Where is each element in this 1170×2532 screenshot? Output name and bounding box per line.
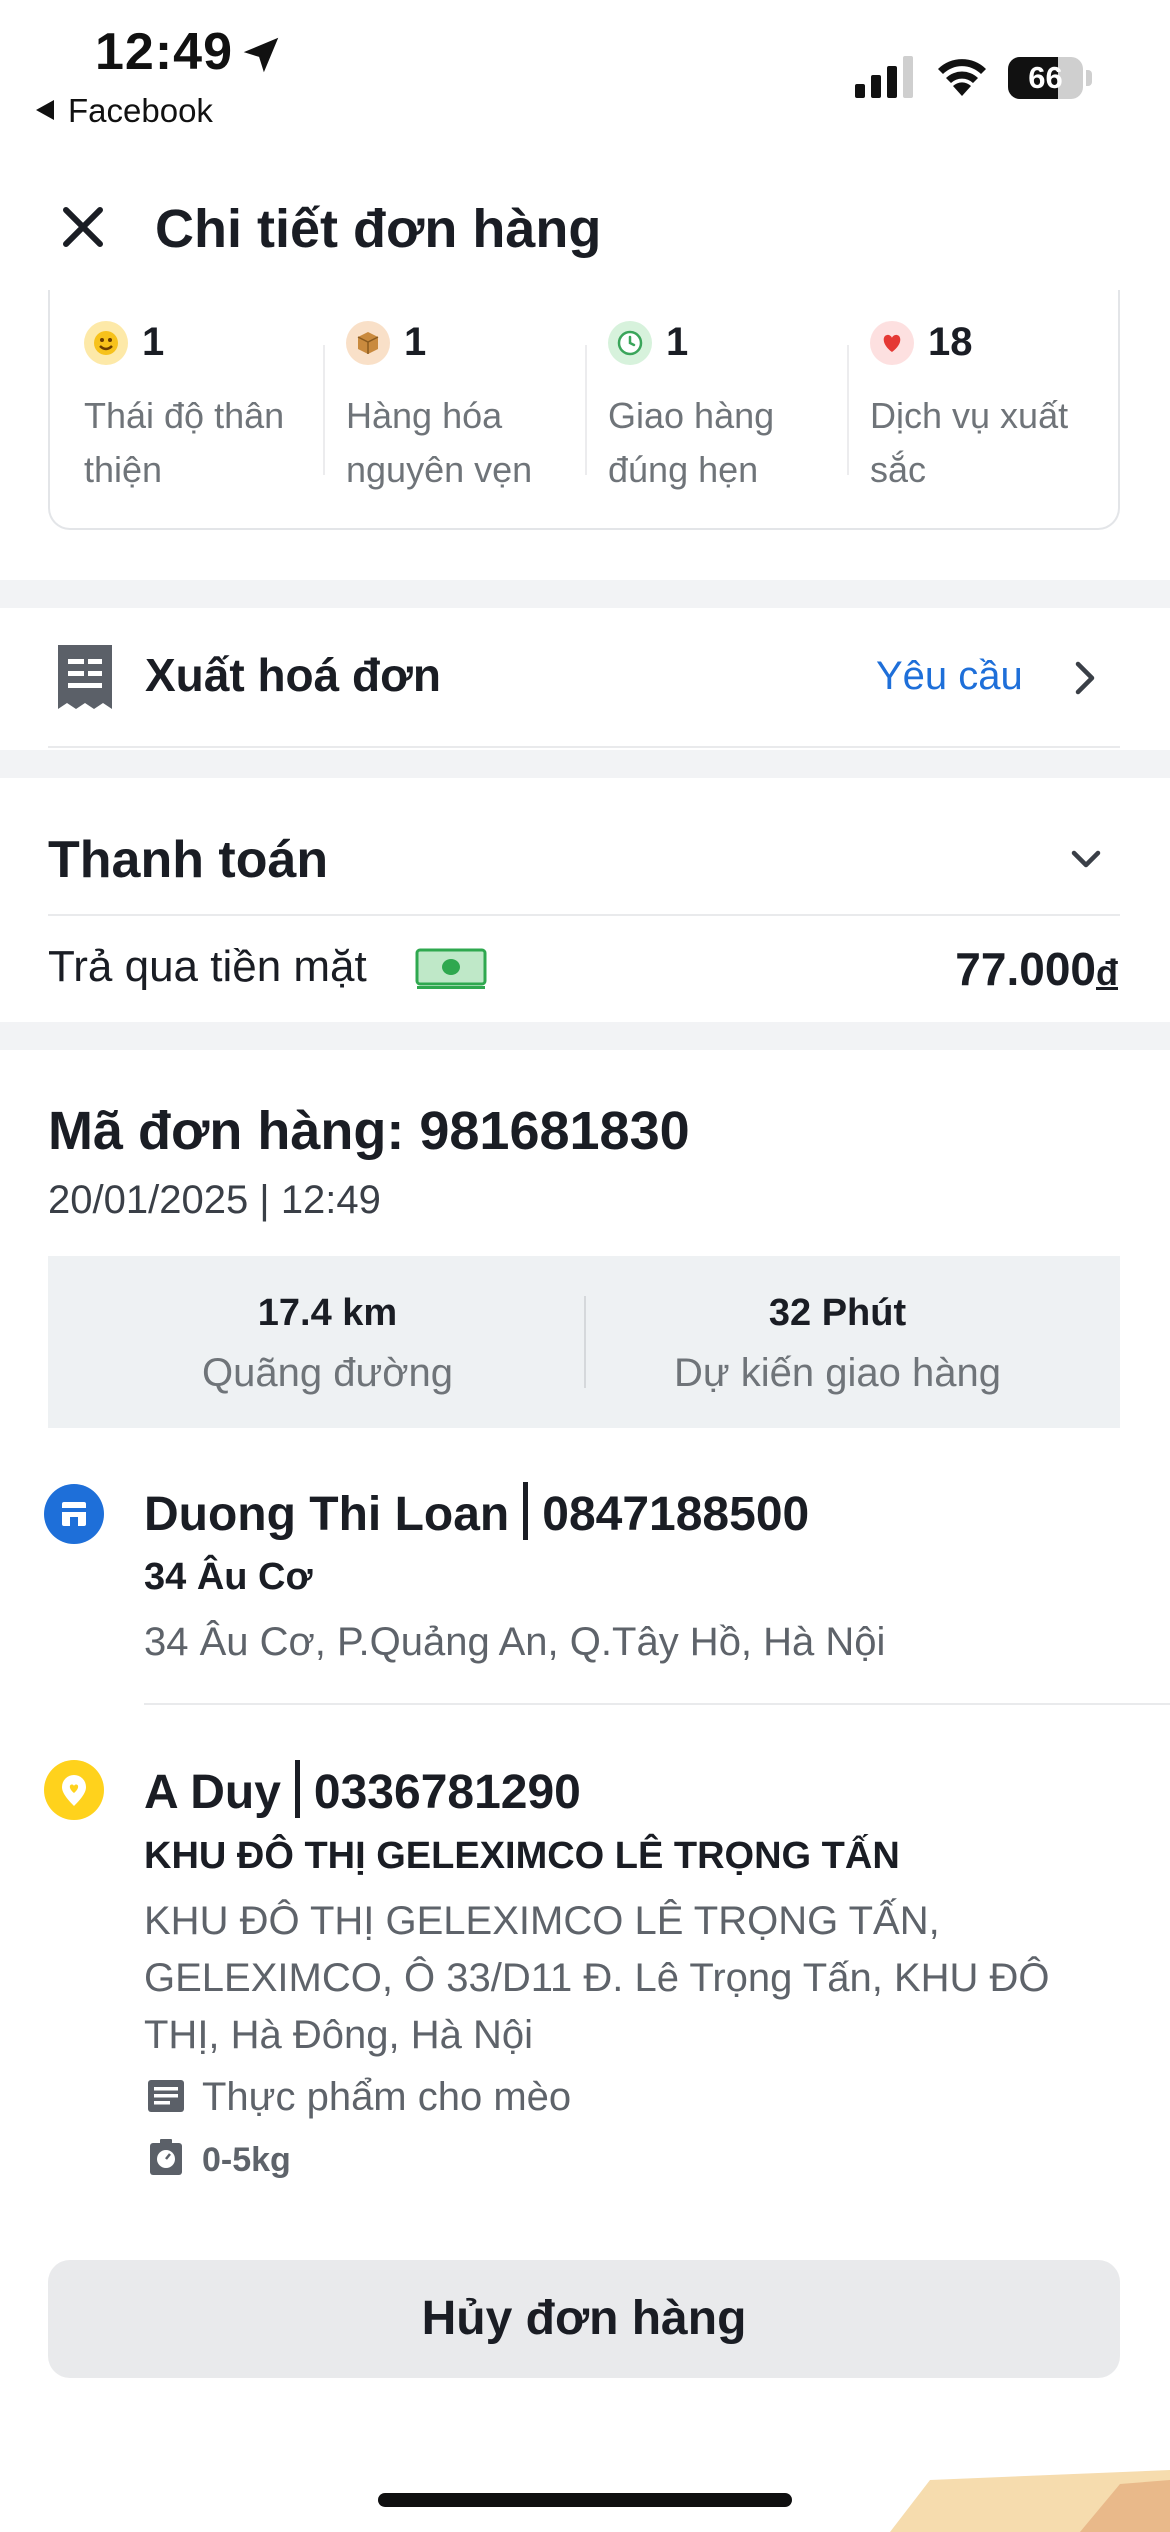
back-app-label: Facebook (68, 92, 213, 129)
eta-label: Dự kiến giao hàng (674, 1351, 1001, 1395)
invoice-request-link[interactable]: Yêu cầu (876, 654, 1023, 699)
payment-method: Trả qua tiền mặt (48, 942, 367, 991)
dropoff-note-row: Thực phẩm cho mèo (146, 2075, 571, 2120)
close-icon[interactable] (58, 202, 108, 252)
rating-count: 1 (404, 320, 427, 364)
decorative-corner (890, 2470, 1170, 2532)
weight-scale-icon (150, 2139, 182, 2175)
rating-label: Dịch vụ xuất sắc (870, 395, 1069, 490)
pickup-address-title: 34 Âu Cơ (144, 1556, 313, 1598)
cash-icon (415, 948, 487, 989)
eta-value: 32 Phút (768, 1292, 907, 1334)
home-indicator[interactable] (378, 2493, 792, 2507)
currency-symbol: đ (1096, 952, 1118, 993)
cellular-signal-icon (855, 56, 913, 98)
dropoff-address-title: KHU ĐÔ THỊ GELEXIMCO LÊ TRỌNG TẤN (144, 1835, 900, 1877)
rating-item-intact-goods: 1 Hàng hóa nguyên vẹn (346, 320, 586, 497)
distance-stat: 17.4 km Quãng đường (60, 1292, 595, 1396)
package-icon (346, 320, 390, 365)
dropoff-pin-icon (44, 1760, 104, 1820)
rating-item-friendly: 1 Thái độ thân thiện (84, 320, 324, 497)
clock-icon (608, 320, 652, 365)
dropoff-address: KHU ĐÔ THỊ GELEXIMCO LÊ TRỌNG TẤN, GELEX… (144, 1899, 1050, 2057)
chevron-right-icon[interactable] (1070, 658, 1100, 698)
pickup-phone[interactable]: 0847188500 (542, 1488, 809, 1541)
rating-count: 18 (928, 320, 973, 364)
pickup-address: 34 Âu Cơ, P.Quảng An, Q.Tây Hồ, Hà Nội (144, 1620, 886, 1664)
distance-value: 17.4 km (257, 1292, 398, 1334)
eta-stat: 32 Phút Dự kiến giao hàng (570, 1292, 1105, 1396)
battery-percent: 66 (1028, 60, 1063, 95)
rating-item-excellent-service: 18 Dịch vụ xuất sắc (870, 320, 1110, 497)
dropoff-contact: A Duy 0336781290 (144, 1760, 581, 1820)
order-code: Mã đơn hàng: 981681830 (48, 1101, 690, 1161)
back-to-app-link[interactable]: Facebook (36, 92, 213, 130)
receipt-icon (58, 645, 112, 709)
rating-label: Hàng hóa nguyên vẹn (346, 395, 533, 490)
note-icon (148, 2080, 184, 2112)
pickup-name: Duong Thi Loan (144, 1488, 510, 1541)
back-triangle-icon (36, 100, 54, 120)
pickup-contact: Duong Thi Loan 0847188500 (144, 1482, 809, 1542)
dropoff-note: Thực phẩm cho mèo (202, 2075, 572, 2119)
dropoff-phone[interactable]: 0336781290 (314, 1766, 581, 1819)
chevron-down-icon[interactable] (1068, 845, 1104, 875)
cancel-order-button[interactable]: Hủy đơn hàng (48, 2260, 1120, 2378)
location-arrow-icon (243, 37, 279, 73)
payment-title: Thanh toán (48, 831, 329, 889)
rating-label: Giao hàng đúng hẹn (608, 395, 775, 490)
wifi-icon (938, 59, 986, 96)
payment-amount: 77.000đ (955, 942, 1118, 996)
amount-value: 77.000 (955, 943, 1096, 995)
rating-label: Thái độ thân thiện (84, 395, 285, 490)
store-icon (44, 1484, 104, 1544)
section-divider (0, 1022, 1170, 1050)
rating-count: 1 (666, 320, 689, 364)
battery-indicator: 66 (1008, 57, 1094, 99)
invoice-label: Xuất hoá đơn (145, 649, 441, 701)
status-time: 12:49 (95, 23, 233, 81)
dropoff-name: A Duy (144, 1766, 281, 1819)
dropoff-weight: 0-5kg (202, 2141, 291, 2179)
rating-item-on-time: 1 Giao hàng đúng hẹn (608, 320, 848, 497)
heart-icon (870, 320, 914, 365)
distance-label: Quãng đường (202, 1351, 453, 1395)
order-datetime: 20/01/2025 | 12:49 (48, 1178, 381, 1222)
section-divider (0, 750, 1170, 778)
dropoff-weight-row: 0-5kg (146, 2137, 291, 2180)
page-title: Chi tiết đơn hàng (155, 199, 602, 259)
smile-face-icon (84, 320, 128, 365)
section-divider (0, 580, 1170, 608)
rating-count: 1 (142, 320, 165, 364)
